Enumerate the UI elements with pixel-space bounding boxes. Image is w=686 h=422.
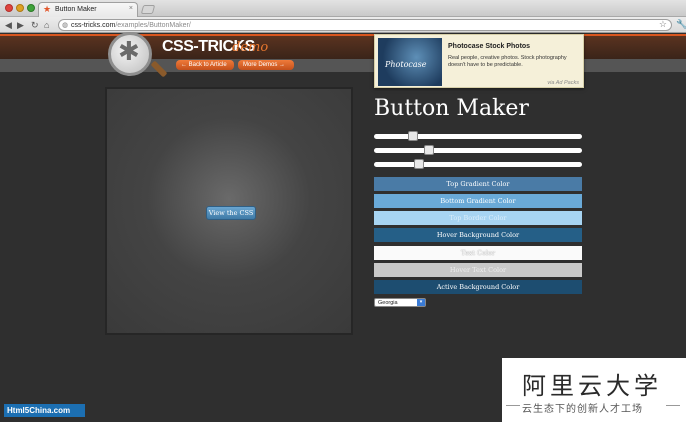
reload-icon[interactable]: ↻ xyxy=(31,19,39,31)
font-select[interactable]: Georgia ▾ xyxy=(374,298,426,307)
slider-thumb[interactable] xyxy=(414,159,424,169)
home-icon[interactable]: ⌂ xyxy=(44,19,49,31)
chevron-down-icon: ▾ xyxy=(417,299,425,306)
zoom-window-button[interactable] xyxy=(27,4,35,12)
browser-tab[interactable]: ★ Button Maker × xyxy=(38,2,138,17)
hover-background-color-button[interactable]: Hover Background Color xyxy=(374,228,582,242)
button-preview-area: View the CSS xyxy=(105,87,353,335)
watermark-title: 阿里云大学 xyxy=(522,373,662,400)
divider xyxy=(666,405,680,406)
top-border-color-button[interactable]: Top Border Color xyxy=(374,211,582,225)
top-gradient-color-button[interactable]: Top Gradient Color xyxy=(374,177,582,191)
url-domain: css-tricks.com xyxy=(71,22,116,29)
page-title: Button Maker xyxy=(374,96,529,121)
active-background-color-button[interactable]: Active Background Color xyxy=(374,280,582,294)
new-tab-button[interactable] xyxy=(140,5,156,14)
hover-text-color-button[interactable]: Hover Text Color xyxy=(374,263,582,277)
slider-3[interactable] xyxy=(374,159,582,169)
ad-image[interactable]: Photocase xyxy=(378,38,442,86)
slider-thumb[interactable] xyxy=(408,131,418,141)
text-color-button[interactable]: Text Color xyxy=(374,246,582,260)
minimize-window-button[interactable] xyxy=(16,4,24,12)
browser-toolbar: ◀ ▶ ↻ ⌂ ◍ css-tricks.com/examples/Button… xyxy=(0,17,686,33)
tab-title: Button Maker xyxy=(55,6,97,13)
back-arrow-icon[interactable]: ◀ xyxy=(5,19,12,31)
bookmark-star-icon[interactable]: ☆ xyxy=(659,20,667,29)
back-to-article-link[interactable]: ← Back to Article xyxy=(176,60,234,70)
tab-close-icon[interactable]: × xyxy=(129,5,133,12)
logo-star-icon: ✱ xyxy=(118,36,140,66)
divider xyxy=(506,405,520,406)
browser-titlebar: ★ Button Maker × xyxy=(0,0,686,17)
ad-via[interactable]: via Ad Packs xyxy=(547,80,579,86)
address-bar[interactable]: ◍ css-tricks.com/examples/ButtonMaker/ ☆ xyxy=(58,19,672,31)
watermark-html5china: Html5China.com xyxy=(4,404,85,417)
more-demos-link[interactable]: More Demos → xyxy=(238,60,294,70)
ad-body: Real people, creative photos. Stock phot… xyxy=(448,55,567,68)
watermark-aliyun: 阿里云大学 云生态下的创新人才工场 xyxy=(502,358,686,422)
ad-image-text: Photocase xyxy=(385,60,427,69)
slider-thumb[interactable] xyxy=(424,145,434,155)
slider-1[interactable] xyxy=(374,131,582,141)
close-window-button[interactable] xyxy=(5,4,13,12)
view-the-css-button[interactable]: View the CSS xyxy=(206,206,256,220)
ad-title[interactable]: Photocase Stock Photos xyxy=(448,43,530,50)
forward-arrow-icon[interactable]: ▶ xyxy=(17,19,24,31)
ad-box[interactable]: Photocase Photocase Stock Photos Real pe… xyxy=(374,34,584,88)
url-path: /examples/ButtonMaker/ xyxy=(115,22,191,29)
star-favicon-icon: ★ xyxy=(43,4,52,14)
globe-icon: ◍ xyxy=(62,22,69,29)
font-select-value: Georgia xyxy=(378,300,398,306)
slider-2[interactable] xyxy=(374,145,582,155)
watermark-subtitle: 云生态下的创新人才工场 xyxy=(522,404,643,415)
bottom-gradient-color-button[interactable]: Bottom Gradient Color xyxy=(374,194,582,208)
logo-demo-text: demo xyxy=(232,40,269,55)
wrench-icon[interactable]: 🔧 xyxy=(676,19,686,30)
